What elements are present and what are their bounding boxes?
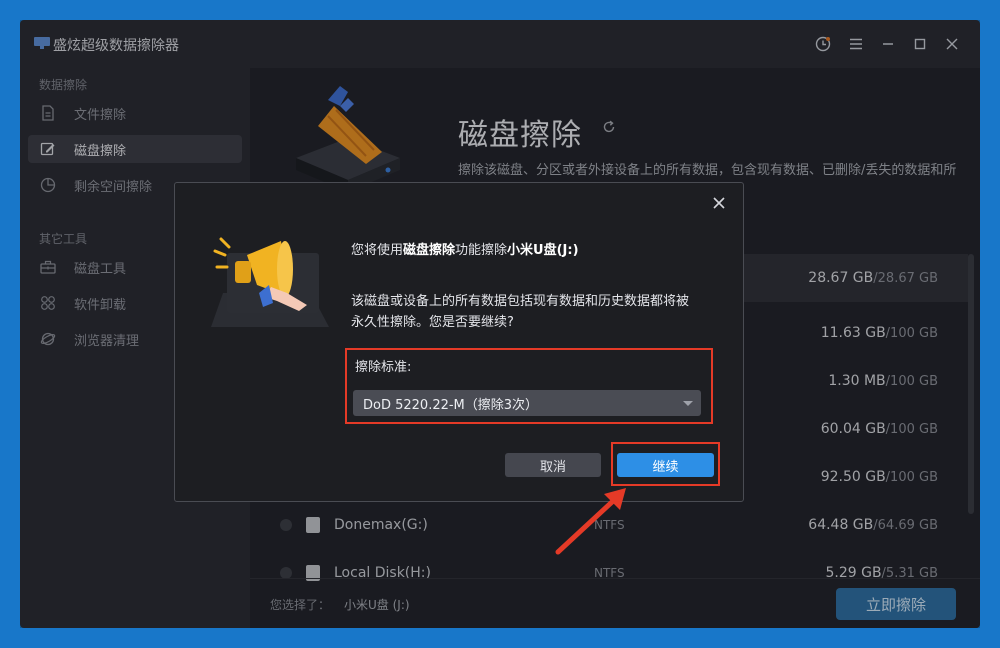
standard-select[interactable]: DoD 5220.22-M（擦除3次） (353, 390, 701, 416)
dialog-message-prefix: 您将使用 (351, 243, 404, 258)
cancel-button[interactable]: 取消 (505, 453, 601, 477)
dialog-close-icon[interactable] (713, 191, 725, 214)
dialog-warning: 该磁盘或设备上的所有数据包括现有数据和历史数据都将被永久性擦除。您是否要继续? (351, 294, 690, 330)
standard-highlight: 擦除标准: DoD 5220.22-M（擦除3次） (345, 348, 713, 424)
confirm-dialog: 您将使用磁盘擦除功能擦除小米U盘(J:) 该磁盘或设备上的所有数据包括现有数据和… (174, 182, 744, 502)
continue-button[interactable]: 继续 (617, 453, 714, 477)
chevron-down-icon (683, 401, 693, 406)
dialog-message: 您将使用磁盘擦除功能擦除小米U盘(J:) (351, 239, 579, 258)
standard-label: 擦除标准: (355, 360, 412, 375)
standard-select-value: DoD 5220.22-M（擦除3次） (363, 397, 539, 413)
dialog-message-mid: 功能擦除 (455, 243, 508, 258)
pointer-arrow (555, 488, 626, 555)
continue-highlight: 继续 (611, 442, 720, 486)
megaphone-illustration (211, 237, 329, 327)
dialog-target-disk: 小米U盘(J:) (507, 243, 579, 258)
dialog-feature-name: 磁盘擦除 (403, 243, 456, 258)
